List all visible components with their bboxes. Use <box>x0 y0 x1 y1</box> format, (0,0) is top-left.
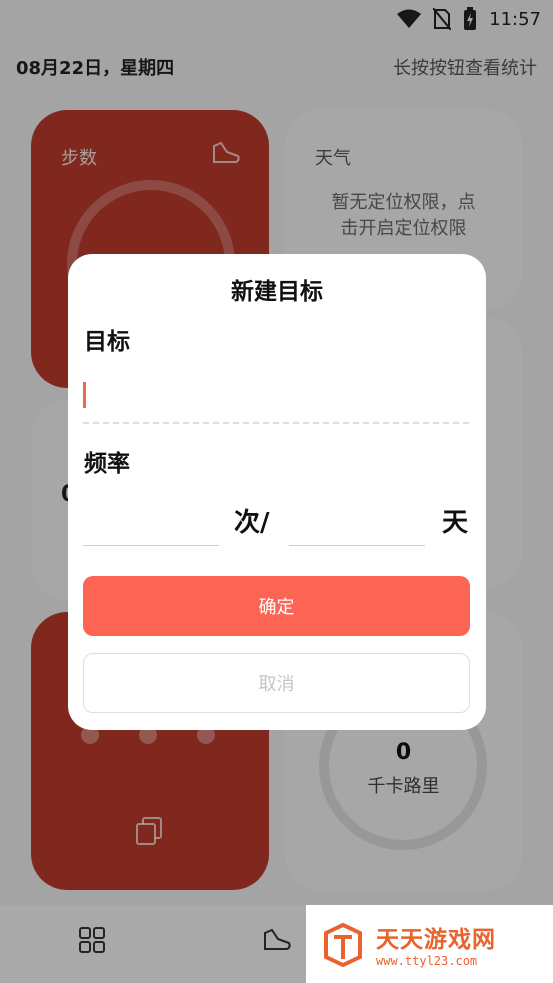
watermark-title: 天天游戏网 <box>376 927 496 953</box>
days-input[interactable] <box>289 504 425 546</box>
logo-icon <box>324 922 362 967</box>
goal-label: 目标 <box>84 329 130 355</box>
site-watermark: 天天游戏网 www.ttyl23.com <box>306 905 553 983</box>
goal-input[interactable] <box>83 374 469 424</box>
frequency-label: 频率 <box>84 451 130 477</box>
text-cursor <box>83 382 86 408</box>
confirm-button[interactable]: 确定 <box>83 576 470 636</box>
dialog-title: 新建目标 <box>231 279 323 305</box>
new-goal-dialog: 新建目标 目标 频率 次/ 天 确定 取消 <box>68 254 486 730</box>
times-unit-label: 次/ <box>234 508 270 538</box>
watermark-url: www.ttyl23.com <box>376 954 478 968</box>
times-input[interactable] <box>83 504 219 546</box>
days-unit-label: 天 <box>442 508 469 538</box>
cancel-button[interactable]: 取消 <box>83 653 470 713</box>
